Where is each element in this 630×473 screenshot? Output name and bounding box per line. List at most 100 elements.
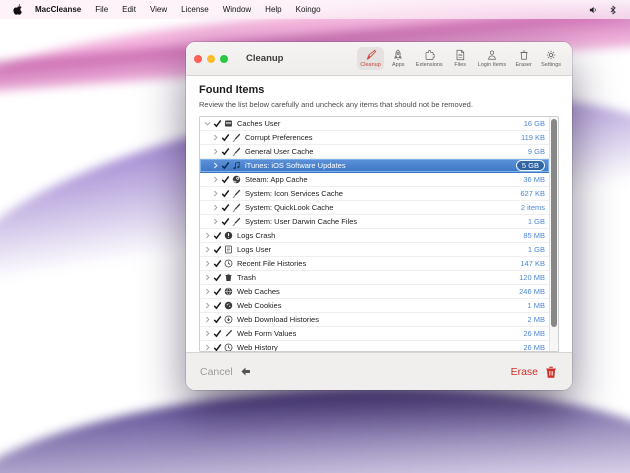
scrollbar-thumb[interactable] <box>551 119 557 327</box>
checkbox[interactable] <box>213 245 222 254</box>
toolbar-item-cleanup[interactable]: Cleanup <box>357 47 384 70</box>
menu-item-edit[interactable]: Edit <box>122 5 136 14</box>
chevron-right-icon[interactable] <box>204 246 211 253</box>
checkbox[interactable] <box>213 273 222 282</box>
chevron-down-icon[interactable] <box>204 120 211 127</box>
chevron-right-icon[interactable] <box>204 274 211 281</box>
brush-icon <box>232 217 241 226</box>
chevron-right-icon[interactable] <box>212 134 219 141</box>
item-label: Web History <box>237 343 517 351</box>
toolbar-item-label: Login Items <box>478 62 506 68</box>
apple-menu-icon[interactable] <box>12 4 22 16</box>
list-item[interactable]: Logs Crash85 MB <box>200 229 549 243</box>
checkbox[interactable] <box>221 147 230 156</box>
menu-bar-status <box>588 5 618 15</box>
checkbox[interactable] <box>213 119 222 128</box>
checkbox[interactable] <box>221 133 230 142</box>
menu-item-file[interactable]: File <box>95 5 108 14</box>
window-titlebar[interactable]: Cleanup CleanupAppsExtensionsFilesLogin … <box>186 42 572 76</box>
menu-item-maccleanse[interactable]: MacCleanse <box>35 5 81 14</box>
list-item[interactable]: Web Download Histories2 MB <box>200 313 549 327</box>
chevron-right-icon[interactable] <box>212 218 219 225</box>
checkbox[interactable] <box>213 231 222 240</box>
menu-item-license[interactable]: License <box>181 5 209 14</box>
toolbar-item-extensions[interactable]: Extensions <box>413 47 446 70</box>
list-item[interactable]: Web Form Values26 MB <box>200 327 549 341</box>
toolbar-item-settings[interactable]: Settings <box>538 47 564 70</box>
item-label: Corrupt Preferences <box>245 133 515 142</box>
checkbox[interactable] <box>213 301 222 310</box>
checkbox[interactable] <box>221 203 230 212</box>
list-item[interactable]: Web Cookies1 MB <box>200 299 549 313</box>
item-size: 627 KB <box>520 189 545 198</box>
chevron-right-icon[interactable] <box>212 176 219 183</box>
list-item[interactable]: Corrupt Preferences119 KB <box>200 131 549 145</box>
bluetooth-icon[interactable] <box>608 5 618 15</box>
checkbox[interactable] <box>221 189 230 198</box>
list-item[interactable]: iTunes: iOS Software Updates5 GB <box>200 159 549 173</box>
toolbar-item-files[interactable]: Files <box>448 47 473 70</box>
list-item[interactable]: System: QuickLook Cache2 items <box>200 201 549 215</box>
page-title: Found Items <box>199 84 559 96</box>
checkbox[interactable] <box>213 287 222 296</box>
checkbox[interactable] <box>213 259 222 268</box>
chevron-right-icon[interactable] <box>212 190 219 197</box>
list-item[interactable]: System: Icon Services Cache627 KB <box>200 187 549 201</box>
list-item[interactable]: Recent File Histories147 KB <box>200 257 549 271</box>
cleanup-window: Cleanup CleanupAppsExtensionsFilesLogin … <box>186 42 572 390</box>
menu-item-help[interactable]: Help <box>265 5 281 14</box>
menu-item-view[interactable]: View <box>150 5 167 14</box>
chevron-right-icon[interactable] <box>204 260 211 267</box>
toolbar-item-label: Extensions <box>416 62 443 68</box>
toolbar-item-label: Eraser <box>516 62 532 68</box>
list-item[interactable]: Logs User1 GB <box>200 243 549 257</box>
toolbar-item-login-items[interactable]: Login Items <box>475 47 509 70</box>
checkbox[interactable] <box>213 343 222 351</box>
chevron-right-icon[interactable] <box>212 162 219 169</box>
item-size: 16 GB <box>524 119 545 128</box>
chevron-right-icon[interactable] <box>204 288 211 295</box>
chevron-right-icon[interactable] <box>204 344 211 351</box>
checkbox[interactable] <box>213 329 222 338</box>
cancel-button[interactable]: Cancel <box>200 365 252 378</box>
brush-icon <box>232 147 241 156</box>
list-item[interactable]: Web Caches246 MB <box>200 285 549 299</box>
list-item[interactable]: Steam: App Cache36 MB <box>200 173 549 187</box>
volume-icon[interactable] <box>588 5 598 15</box>
erase-button[interactable]: Erase <box>511 365 558 379</box>
list-item[interactable]: System: User Darwin Cache Files1 GB <box>200 215 549 229</box>
gear-icon <box>545 49 557 61</box>
scrollbar-track[interactable] <box>549 117 558 351</box>
list-item[interactable]: Caches User16 GB <box>200 117 549 131</box>
desktop: MacCleanse File Edit View License Window Help K… <box>0 0 630 473</box>
menu-item-window[interactable]: Window <box>223 5 251 14</box>
chevron-right-icon[interactable] <box>212 148 219 155</box>
checkbox[interactable] <box>213 315 222 324</box>
list-item[interactable]: General User Cache9 GB <box>200 145 549 159</box>
list-item[interactable]: Web History26 MB <box>200 341 549 351</box>
chevron-right-icon[interactable] <box>204 316 211 323</box>
cancel-label: Cancel <box>200 366 233 378</box>
content-area: Found Items Review the list below carefu… <box>186 76 572 352</box>
checkbox[interactable] <box>221 161 230 170</box>
chevron-right-icon[interactable] <box>204 232 211 239</box>
trash-outline-icon <box>518 49 530 61</box>
toolbar-item-apps[interactable]: Apps <box>386 47 411 70</box>
close-button[interactable] <box>194 55 202 63</box>
menu-items: MacCleanse File Edit View License Window Help K… <box>35 5 335 14</box>
trash-icon <box>544 365 558 379</box>
menu-item-koingo[interactable]: Koingo <box>296 5 321 14</box>
zoom-button[interactable] <box>220 55 228 63</box>
list-item[interactable]: Trash120 MB <box>200 271 549 285</box>
minimize-button[interactable] <box>207 55 215 63</box>
chevron-right-icon[interactable] <box>212 204 219 211</box>
chevron-right-icon[interactable] <box>204 330 211 337</box>
chevron-right-icon[interactable] <box>204 302 211 309</box>
trash-small-icon <box>224 273 233 282</box>
checkbox[interactable] <box>221 175 230 184</box>
toolbar-item-label: Cleanup <box>360 62 381 68</box>
checkbox[interactable] <box>221 217 230 226</box>
item-size: 120 MB <box>519 273 545 282</box>
item-label: Web Caches <box>237 287 513 296</box>
toolbar-item-eraser[interactable]: Eraser <box>511 47 536 70</box>
